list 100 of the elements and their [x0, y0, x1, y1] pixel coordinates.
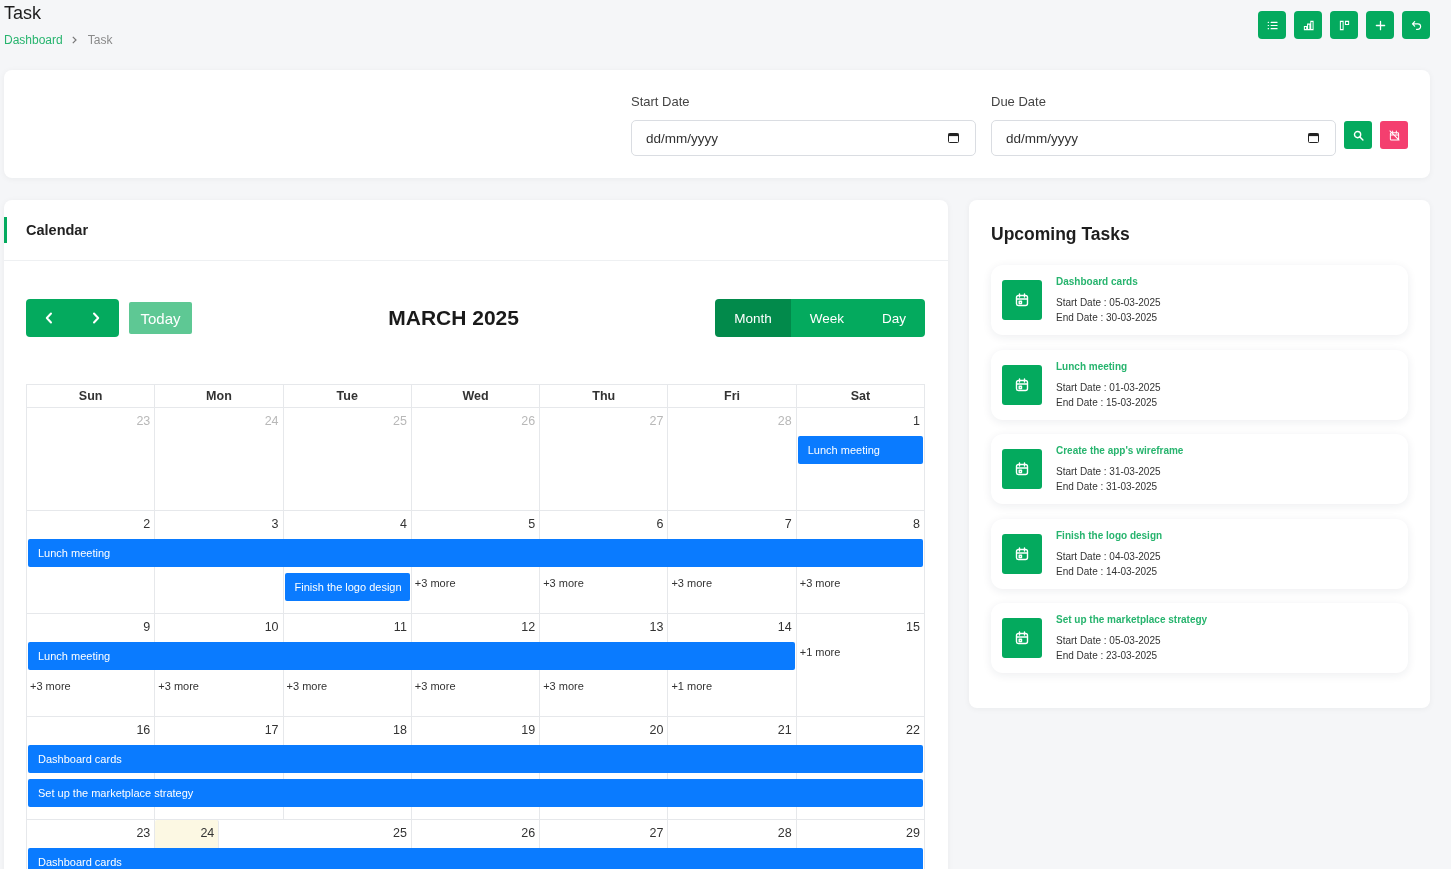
add-button[interactable]: [1366, 11, 1394, 39]
card-title: Calendar: [26, 222, 89, 238]
day-number: 11: [393, 620, 407, 635]
more-link[interactable]: +3 more: [671, 577, 713, 590]
page-title: Task: [4, 2, 41, 25]
view-tab[interactable]: Month: [715, 299, 791, 337]
event-bar[interactable]: Lunch meeting: [797, 436, 923, 464]
more-link[interactable]: +3 more: [543, 577, 584, 590]
search-button[interactable]: [1344, 121, 1372, 149]
calendar-icon[interactable]: [948, 132, 959, 143]
more-link[interactable]: +1 more: [671, 680, 713, 693]
day-number: 8: [913, 517, 920, 532]
calendar-icon[interactable]: [1308, 132, 1319, 143]
day-number: 26: [521, 826, 536, 841]
task-end-date: End Date : 23-03-2025: [1056, 649, 1158, 663]
event-bar[interactable]: Finish the logo design: [284, 573, 410, 601]
next-button[interactable]: [72, 299, 119, 337]
task-title: Lunch meeting: [1056, 359, 1128, 373]
list-icon: [1266, 19, 1278, 31]
task-card[interactable]: Lunch meeting Start Date : 01-03-2025 End Date : 15-03-2025: [991, 349, 1408, 420]
more-link[interactable]: +3 more: [286, 680, 328, 693]
calendar-icon: [1002, 533, 1042, 574]
event-bar[interactable]: Lunch meeting: [28, 539, 923, 567]
day-number: 16: [136, 723, 151, 738]
date-field[interactable]: dd/mm/yyyy: [991, 120, 1336, 156]
day-number: 20: [649, 723, 664, 738]
weekday-header: Mon: [155, 385, 284, 408]
day-number: 18: [392, 723, 407, 738]
chart-button[interactable]: [1294, 11, 1322, 39]
day-number: 27: [649, 826, 664, 841]
day-number: 23: [136, 826, 151, 841]
day-number: 23: [136, 414, 151, 429]
task-card[interactable]: Dashboard cards Start Date : 05-03-2025 End Date : 30-03-2025: [991, 265, 1408, 335]
task-end-date: End Date : 15-03-2025: [1056, 395, 1158, 410]
card-title: Upcoming Tasks: [991, 223, 1130, 246]
chevron-right-icon: [71, 36, 77, 44]
breadcrumb-current: Task: [87, 33, 113, 47]
day-number: 25: [392, 414, 407, 429]
day-number: 19: [521, 723, 536, 738]
event-bar[interactable]: Lunch meeting: [28, 642, 795, 670]
day-number: 24: [264, 414, 279, 429]
calendar-icon: [1002, 618, 1042, 658]
weekday-header: Fri: [668, 385, 797, 408]
day-number: 14: [777, 620, 792, 635]
more-link[interactable]: +3 more: [158, 680, 199, 693]
day-number: 28: [777, 826, 792, 841]
day-number: 4: [399, 517, 407, 532]
day-number: 9: [143, 620, 151, 635]
more-link[interactable]: +3 more: [414, 577, 456, 590]
task-card[interactable]: Finish the logo design Start Date : 04-03-2025 End Date : 14-03-2025: [991, 518, 1408, 589]
plus-icon: [1374, 19, 1386, 31]
calendar-icon: [1002, 280, 1042, 320]
calendar-icon: [1002, 449, 1042, 489]
weekday-header: Sat: [796, 385, 925, 408]
event-bar[interactable]: Set up the marketplace strategy: [28, 779, 923, 807]
day-number: 26: [521, 414, 536, 429]
day-number: 17: [264, 723, 279, 738]
list-button[interactable]: [1258, 11, 1286, 39]
chevron-right-icon: [91, 312, 100, 324]
day-number: 7: [784, 517, 792, 532]
columns-icon: [1338, 19, 1350, 31]
columns-button[interactable]: [1330, 11, 1358, 39]
day-number: 25: [392, 826, 407, 841]
day-number: 13: [649, 620, 664, 635]
more-link[interactable]: +3 more: [543, 680, 584, 693]
more-link[interactable]: +3 more: [30, 680, 71, 693]
day-number: 2: [143, 517, 151, 532]
calendar-slash-icon: [1388, 129, 1400, 141]
event-bar[interactable]: Dashboard cards: [28, 848, 923, 869]
bar-chart-icon: [1302, 19, 1314, 31]
day-number: 3: [271, 517, 279, 532]
task-end-date: End Date : 30-03-2025: [1056, 311, 1158, 325]
date-field[interactable]: dd/mm/yyyy: [631, 120, 976, 156]
task-end-date: End Date : 14-03-2025: [1056, 564, 1158, 579]
undo-button[interactable]: [1402, 11, 1430, 39]
accent-bar: [4, 217, 7, 243]
previous-button[interactable]: [26, 299, 73, 337]
task-card[interactable]: Create the app's wireframe Start Date : 31-03-2025 End Date : 31-03-2025: [991, 434, 1408, 504]
event-bar[interactable]: Dashboard cards: [28, 745, 923, 773]
field-label: Due Date: [991, 94, 1046, 110]
day-number: 29: [906, 826, 920, 841]
task-title: Create the app's wireframe: [1056, 444, 1184, 457]
day-number: 28: [777, 414, 792, 429]
day-number: 12: [521, 620, 536, 635]
task-end-date: End Date : 31-03-2025: [1056, 480, 1158, 494]
task-start-date: Start Date : 05-03-2025: [1056, 296, 1161, 310]
day-number: 24: [200, 826, 215, 841]
month-title: MARCH 2025: [388, 306, 519, 330]
task-title: Set up the marketplace strategy: [1056, 613, 1208, 626]
task-start-date: Start Date : 31-03-2025: [1056, 465, 1161, 479]
more-link[interactable]: +1 more: [799, 646, 841, 659]
clear-button[interactable]: [1380, 121, 1408, 149]
more-link[interactable]: +3 more: [799, 577, 841, 590]
day-number: 6: [656, 517, 664, 532]
weekday-header: Sun: [27, 385, 156, 408]
task-card[interactable]: Set up the marketplace strategy Start Date : 05-03-2025 End Date : 23-03-2025: [991, 603, 1408, 673]
task-start-date: Start Date : 05-03-2025: [1056, 634, 1161, 648]
more-link[interactable]: +3 more: [414, 680, 456, 693]
task-title: Dashboard cards: [1056, 275, 1138, 288]
weekday-header: Tue: [283, 385, 412, 408]
